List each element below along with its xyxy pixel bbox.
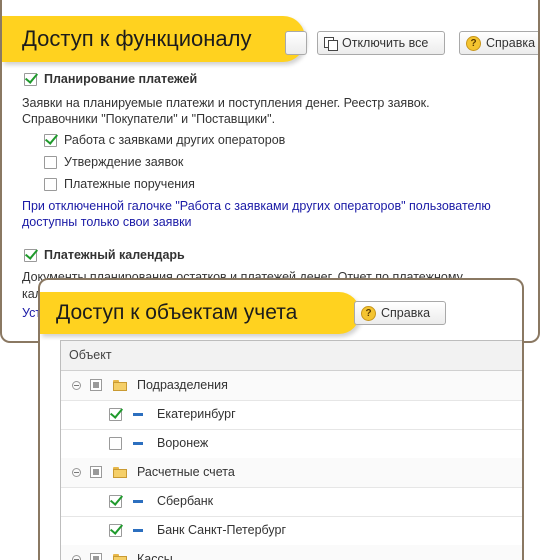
- accounting-objects-title: Доступ к объектам учета: [40, 292, 360, 334]
- group-checkbox[interactable]: [90, 379, 102, 391]
- help-label-1: Справка: [486, 36, 536, 50]
- partial-button[interactable]: [285, 31, 307, 55]
- item-dash-icon: [133, 442, 143, 445]
- table-row-item-bank-spb[interactable]: Банк Санкт-Петербург: [61, 516, 522, 546]
- help-label-2: Справка: [381, 306, 431, 320]
- option-checkbox-approval[interactable]: [44, 156, 57, 169]
- objects-table: Объект Подразделения Екатеринбург Вороне…: [60, 340, 522, 560]
- help-icon: ?: [466, 35, 481, 51]
- group-label: Подразделения: [137, 378, 228, 392]
- item-dash-icon: [133, 413, 143, 416]
- planning-checkbox[interactable]: [24, 73, 37, 86]
- group-checkbox[interactable]: [90, 553, 102, 560]
- item-label: Воронеж: [157, 436, 209, 450]
- item-checkbox[interactable]: [109, 495, 122, 508]
- item-dash-icon: [133, 529, 143, 532]
- planning-desc-2: Справочники "Покупатели" и "Поставщики".: [22, 112, 276, 126]
- table-row-item-ekaterinburg[interactable]: Екатеринбург: [61, 400, 522, 430]
- planning-note-2: доступны только свои заявки: [22, 215, 192, 229]
- table-header: Объект: [61, 341, 522, 371]
- item-checkbox[interactable]: [109, 408, 122, 421]
- option-label-approval: Утверждение заявок: [64, 155, 184, 169]
- disable-all-button[interactable]: Отключить все: [317, 31, 445, 55]
- table-row-group-accounts[interactable]: Расчетные счета: [61, 458, 522, 488]
- folder-icon: [113, 380, 127, 391]
- item-label: Екатеринбург: [157, 407, 236, 421]
- group-label: Расчетные счета: [137, 465, 235, 479]
- option-label-payment-orders: Платежные поручения: [64, 177, 195, 191]
- table-row-group-departments[interactable]: Подразделения: [61, 371, 522, 401]
- column-header-object: Объект: [69, 348, 112, 362]
- help-button-1[interactable]: ? Справка: [459, 31, 538, 55]
- item-label: Сбербанк: [157, 494, 214, 508]
- option-label-other-operators: Работа с заявками других операторов: [64, 133, 286, 147]
- table-row-item-voronezh[interactable]: Воронеж: [61, 429, 522, 459]
- collapse-icon[interactable]: [72, 381, 81, 390]
- calendar-label: Платежный календарь: [44, 248, 185, 262]
- option-checkbox-payment-orders[interactable]: [44, 178, 57, 191]
- accounting-objects-window: Доступ к объектам учета ? Справка Объект…: [38, 278, 524, 560]
- calendar-checkbox[interactable]: [24, 249, 37, 262]
- item-checkbox[interactable]: [109, 524, 122, 537]
- group-label: Кассы: [137, 552, 173, 560]
- folder-icon: [113, 554, 127, 560]
- copy-icon: [324, 36, 338, 51]
- option-checkbox-other-operators[interactable]: [44, 134, 57, 147]
- table-row-item-sberbank[interactable]: Сбербанк: [61, 487, 522, 517]
- collapse-icon[interactable]: [72, 555, 81, 560]
- help-icon: ?: [361, 305, 376, 321]
- group-checkbox[interactable]: [90, 466, 102, 478]
- item-checkbox[interactable]: [109, 437, 122, 450]
- folder-icon: [113, 467, 127, 478]
- planning-label: Планирование платежей: [44, 72, 198, 86]
- item-dash-icon: [133, 500, 143, 503]
- disable-all-label: Отключить все: [342, 36, 429, 50]
- help-button-2[interactable]: ? Справка: [354, 301, 446, 325]
- planning-desc-1: Заявки на планируемые платежи и поступле…: [22, 96, 430, 110]
- table-row-group-cash[interactable]: Кассы: [61, 545, 522, 560]
- planning-note-1: При отключенной галочке "Работа с заявка…: [22, 199, 491, 213]
- collapse-icon[interactable]: [72, 468, 81, 477]
- item-label: Банк Санкт-Петербург: [157, 523, 287, 537]
- functional-access-title: Доступ к функционалу: [2, 16, 305, 62]
